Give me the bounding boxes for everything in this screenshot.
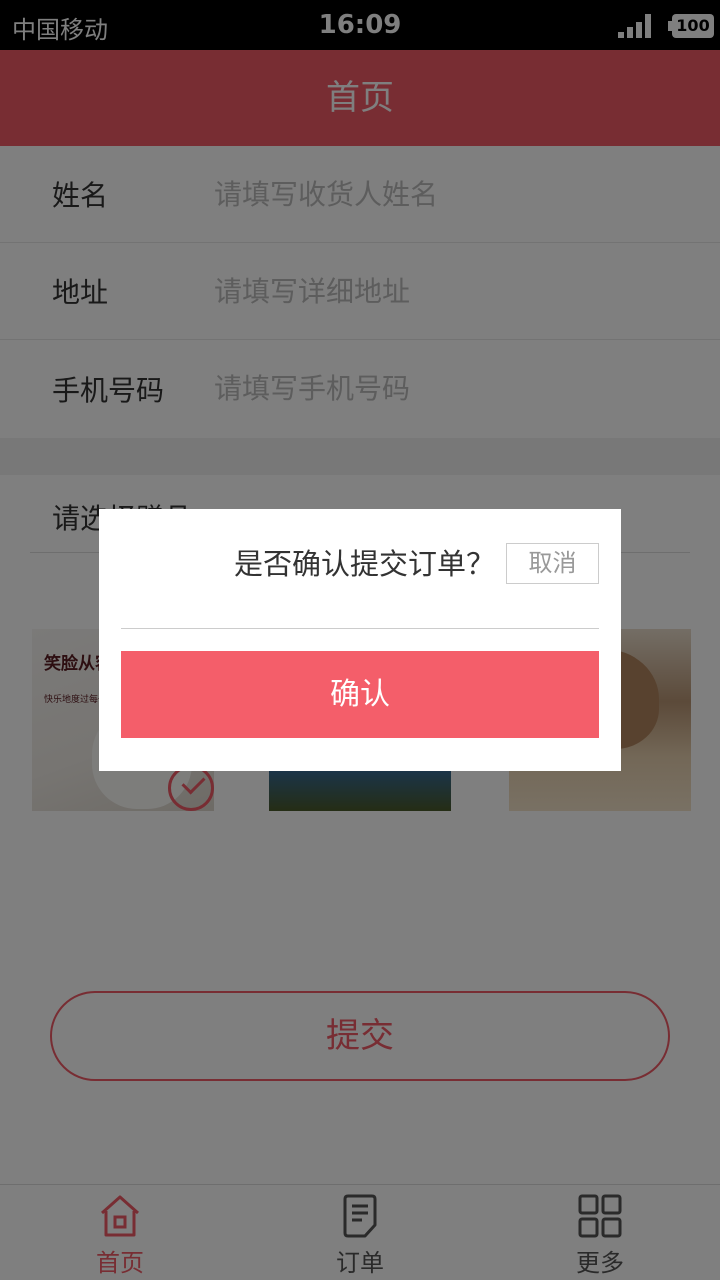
cancel-button[interactable]: 取消: [506, 543, 599, 584]
dialog-question: 是否确认提交订单？: [233, 547, 495, 581]
confirm-dialog: 是否确认提交订单？ 取消 确认: [99, 509, 621, 771]
confirm-button[interactable]: 确认: [121, 651, 599, 738]
dialog-divider: [121, 628, 599, 629]
